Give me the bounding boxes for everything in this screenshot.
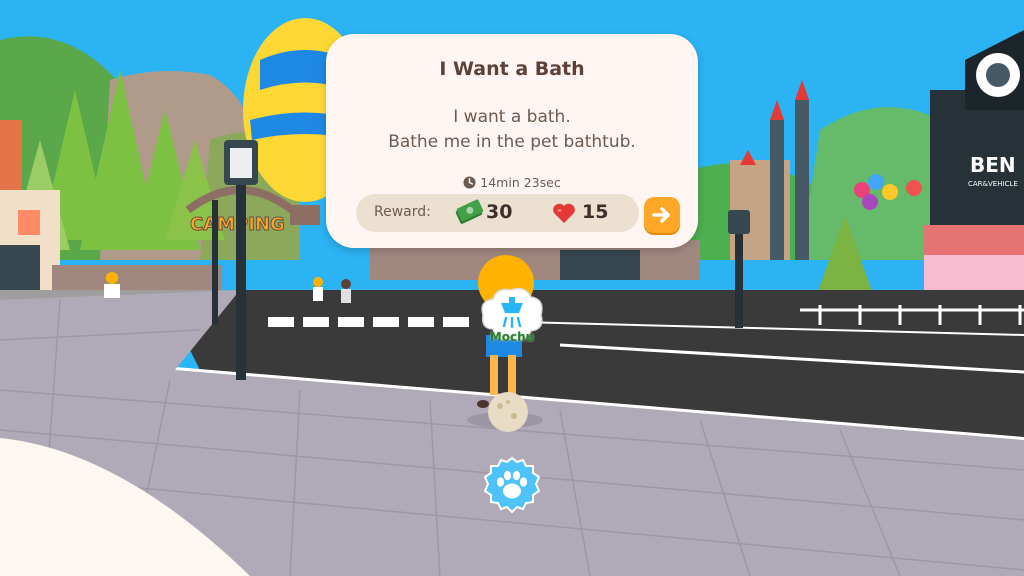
clock-icon — [463, 176, 476, 189]
brand-subsign: CAR&VEHICLE — [968, 180, 1018, 188]
cash-icon — [455, 199, 484, 224]
quest-description: I want a bath. Bathe me in the pet batht… — [326, 105, 698, 155]
quest-description-line: Bathe me in the pet bathtub. — [388, 132, 636, 152]
arrow-right-icon — [652, 207, 670, 223]
quest-timer: 14min 23sec — [326, 175, 698, 190]
quest-description-line: I want a bath. — [453, 107, 571, 127]
quest-card: I Want a Bath I want a bath. Bathe me in… — [326, 34, 698, 248]
brand-sign: BEN — [970, 153, 1016, 177]
reward-hearts-value: 15 — [582, 201, 609, 223]
go-button[interactable] — [644, 197, 680, 233]
pet-name-tag: Mochu — [489, 330, 535, 344]
reward-label: Reward: — [374, 204, 431, 220]
reward-cash-value: 30 — [486, 201, 513, 223]
quest-title: I Want a Bath — [439, 58, 585, 80]
heart-icon — [553, 203, 575, 223]
reward-bar: Reward: 30 15 — [356, 194, 639, 232]
quest-timer-text: 14min 23sec — [480, 175, 561, 190]
pet-paw-button[interactable] — [483, 456, 541, 514]
